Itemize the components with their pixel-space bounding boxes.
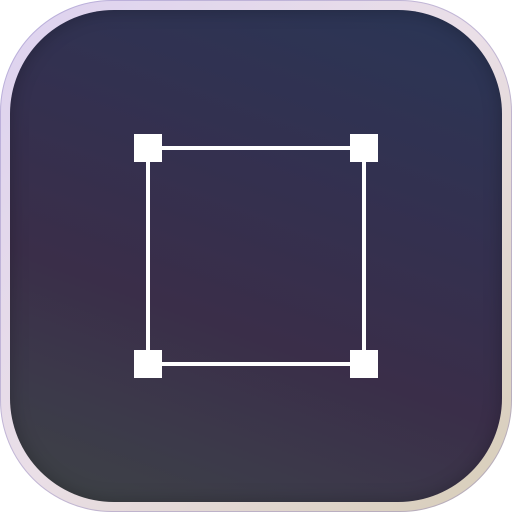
icon-stage <box>0 0 512 512</box>
app-icon-face[interactable] <box>10 10 502 502</box>
corner-handle-bottom-left <box>134 350 162 378</box>
corner-handle-top-right <box>350 134 378 162</box>
selection-square-icon <box>134 134 378 378</box>
corner-handle-top-left <box>134 134 162 162</box>
selection-outline <box>146 146 366 366</box>
app-icon-rim[interactable] <box>0 0 512 512</box>
corner-handle-bottom-right <box>350 350 378 378</box>
